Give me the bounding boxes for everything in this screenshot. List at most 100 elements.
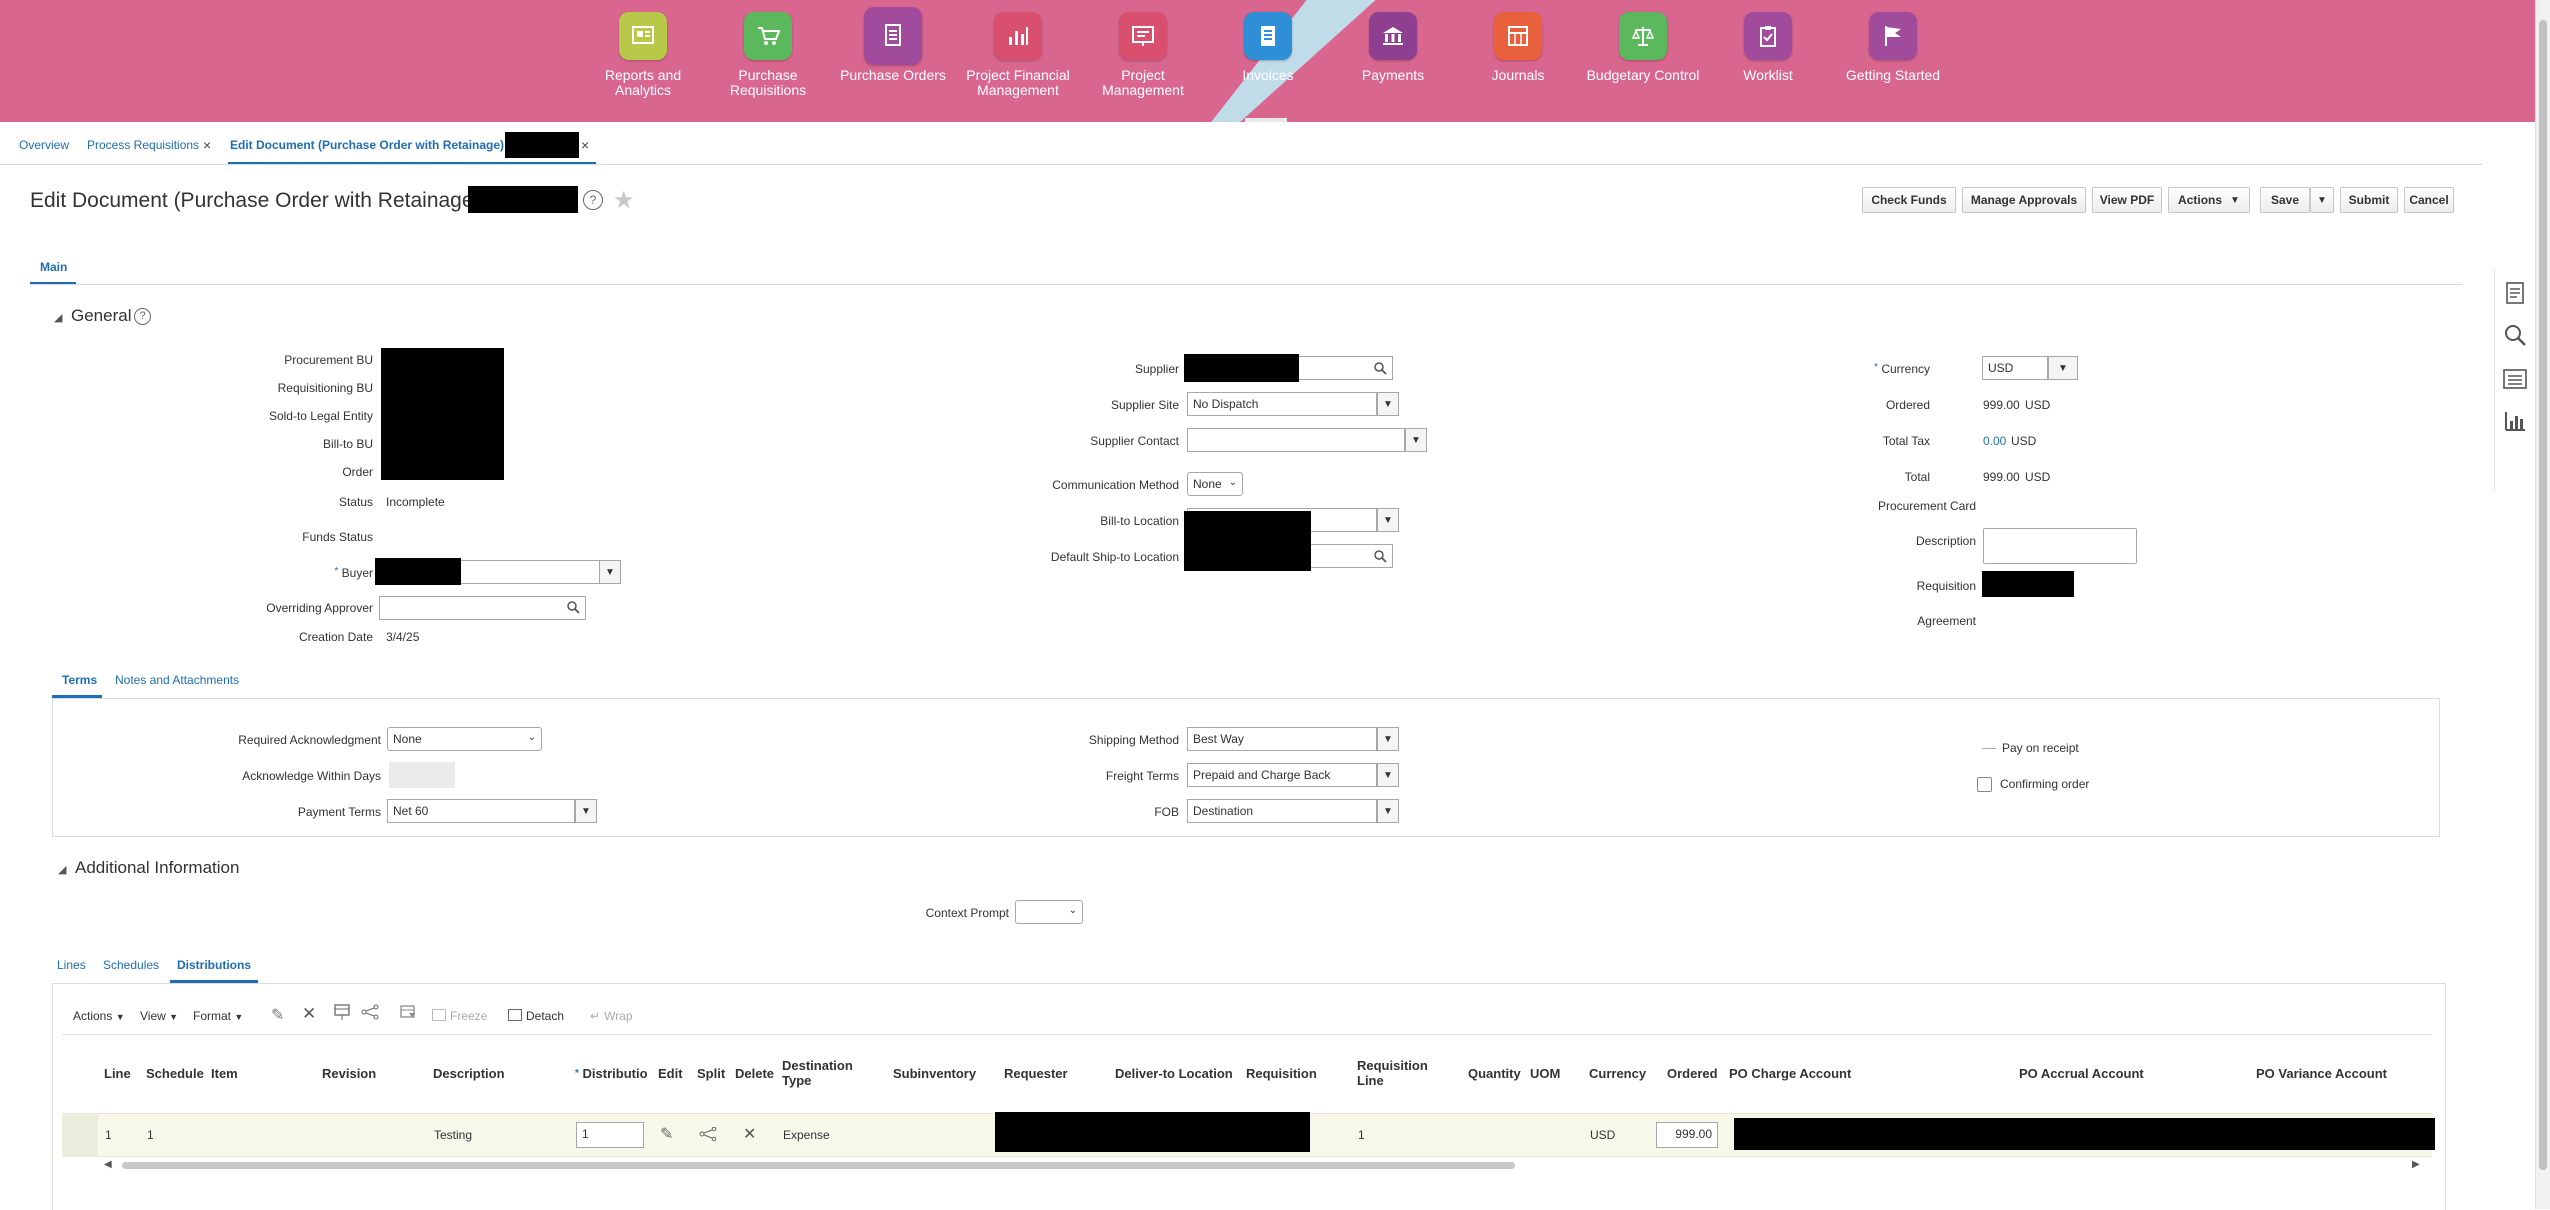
freeze-button[interactable]: Freeze bbox=[432, 1009, 487, 1023]
wrap-button[interactable]: ↵ Wrap bbox=[590, 1009, 633, 1023]
nav-reports-analytics[interactable]: Reports and Analytics bbox=[580, 12, 706, 98]
tab-close-icon[interactable]: × bbox=[203, 137, 211, 153]
nav-budgetary-control[interactable]: Budgetary Control bbox=[1580, 12, 1706, 83]
search-icon[interactable] bbox=[566, 600, 580, 619]
view-menu[interactable]: View ▼ bbox=[140, 1009, 178, 1023]
shipping-method-select[interactable]: Best Way bbox=[1187, 727, 1377, 751]
help-icon[interactable]: ? bbox=[134, 308, 151, 325]
column-header-po-accrual-account[interactable]: PO Accrual Account bbox=[2019, 1066, 2144, 1081]
tab-terms[interactable]: Terms bbox=[62, 673, 97, 687]
search-rail-icon[interactable] bbox=[2502, 322, 2528, 348]
column-header-requisition[interactable]: Requisition bbox=[1246, 1066, 1317, 1081]
tab-lines[interactable]: Lines bbox=[57, 958, 86, 972]
fob-select[interactable]: Destination bbox=[1187, 799, 1377, 823]
buyer-dropdown-icon[interactable]: ▼ bbox=[599, 560, 621, 584]
nav-purchase-orders[interactable]: Purchase Orders bbox=[830, 7, 956, 83]
column-header-item[interactable]: Item bbox=[211, 1066, 238, 1081]
row-edit-pencil-icon[interactable]: ✎ bbox=[660, 1124, 673, 1144]
currency-dropdown-icon[interactable]: ▼ bbox=[2048, 356, 2078, 380]
delete-x-icon[interactable]: ✕ bbox=[302, 1004, 316, 1024]
format-menu[interactable]: Format ▼ bbox=[193, 1009, 243, 1023]
freight-terms-select[interactable]: Prepaid and Charge Back bbox=[1187, 763, 1377, 787]
tab-overview[interactable]: Overview bbox=[19, 138, 69, 152]
payment-terms-select[interactable]: Net 60 bbox=[387, 799, 575, 823]
freight-terms-dropdown-icon[interactable]: ▼ bbox=[1377, 763, 1399, 787]
supplier-site-select[interactable]: No Dispatch bbox=[1187, 392, 1377, 416]
scroll-left-icon[interactable]: ◀ bbox=[104, 1159, 112, 1170]
page-scrollbar-thumb[interactable] bbox=[2539, 20, 2547, 1170]
nav-invoices[interactable]: Invoices bbox=[1205, 12, 1331, 83]
supplier-contact-dropdown-icon[interactable]: ▼ bbox=[1405, 428, 1427, 452]
nav-getting-started[interactable]: Getting Started bbox=[1830, 12, 1956, 83]
manage-approvals-button[interactable]: Manage Approvals bbox=[1962, 187, 2086, 213]
tab-notes-attachments[interactable]: Notes and Attachments bbox=[115, 673, 239, 687]
column-header-deliver-to-location[interactable]: Deliver-to Location bbox=[1115, 1066, 1233, 1081]
document-rail-icon[interactable] bbox=[2502, 280, 2528, 306]
save-dropdown-icon[interactable]: ▼ bbox=[2310, 187, 2334, 213]
column-header-po-variance-account[interactable]: PO Variance Account bbox=[2256, 1066, 2387, 1081]
currency-select[interactable]: USD bbox=[1982, 356, 2048, 380]
scroll-right-icon[interactable]: ▶ bbox=[2412, 1159, 2420, 1170]
list-rail-icon[interactable] bbox=[2502, 366, 2528, 392]
column-header-schedule[interactable]: Schedule bbox=[146, 1066, 204, 1081]
actions-menu-button[interactable]: Actions ▼ bbox=[2168, 187, 2250, 213]
context-prompt-select[interactable]: ⌄ bbox=[1015, 900, 1083, 924]
supplier-contact-input[interactable] bbox=[1187, 428, 1405, 452]
share-branch-icon[interactable] bbox=[361, 1004, 379, 1023]
ordered-amount-input[interactable]: 999.00 bbox=[1656, 1122, 1718, 1148]
nav-journals[interactable]: Journals bbox=[1455, 12, 1581, 83]
save-button[interactable]: Save bbox=[2260, 187, 2310, 213]
tab-main[interactable]: Main bbox=[40, 260, 67, 274]
nav-project-management[interactable]: Project Management bbox=[1080, 12, 1206, 98]
help-icon[interactable]: ? bbox=[583, 190, 603, 210]
column-header-quantity[interactable]: Quantity bbox=[1468, 1066, 1521, 1081]
view-pdf-button[interactable]: View PDF bbox=[2092, 187, 2162, 213]
column-header-revision[interactable]: Revision bbox=[322, 1066, 376, 1081]
search-icon[interactable] bbox=[1373, 549, 1387, 568]
column-header-description[interactable]: Description bbox=[433, 1066, 505, 1081]
collapse-triangle-icon[interactable]: ◢ bbox=[58, 863, 66, 876]
communication-method-select[interactable]: None ⌄ bbox=[1187, 472, 1243, 496]
confirming-order-checkbox[interactable] bbox=[1977, 777, 1992, 792]
search-icon[interactable] bbox=[1373, 361, 1387, 380]
nav-payments[interactable]: Payments bbox=[1330, 12, 1456, 83]
tab-process-requisitions[interactable]: Process Requisitions bbox=[87, 138, 199, 152]
column-header-edit[interactable]: Edit bbox=[658, 1066, 683, 1081]
tab-edit-document[interactable]: Edit Document (Purchase Order with Retai… bbox=[230, 138, 504, 152]
split-grid-icon[interactable] bbox=[333, 1003, 351, 1024]
column-header-line[interactable]: Line bbox=[104, 1066, 131, 1081]
detach-button[interactable]: Detach bbox=[508, 1009, 564, 1023]
column-header-ordered[interactable]: Ordered bbox=[1667, 1066, 1718, 1081]
favorite-star-icon[interactable]: ★ bbox=[613, 186, 635, 215]
column-header-requisition-line[interactable]: Requisition Line bbox=[1357, 1058, 1437, 1088]
column-header-subinventory[interactable]: Subinventory bbox=[893, 1066, 976, 1081]
column-header-split[interactable]: Split bbox=[697, 1066, 725, 1081]
overriding-approver-input[interactable] bbox=[379, 596, 586, 620]
actions-menu[interactable]: Actions ▼ bbox=[73, 1009, 125, 1023]
bill-to-location-dropdown-icon[interactable]: ▼ bbox=[1377, 508, 1399, 532]
edit-pencil-icon[interactable]: ✎ bbox=[271, 1005, 284, 1025]
nav-project-financial-management[interactable]: Project Financial Management bbox=[955, 12, 1081, 98]
column-header-destination-type[interactable]: Destination Type bbox=[782, 1058, 853, 1088]
total-tax-link[interactable]: 0.00 bbox=[1983, 434, 2006, 448]
distribution-number-input[interactable]: 1 bbox=[576, 1122, 644, 1148]
row-selector[interactable] bbox=[62, 1113, 98, 1157]
tab-distributions[interactable]: Distributions bbox=[177, 958, 251, 972]
description-textarea[interactable] bbox=[1983, 528, 2137, 564]
collapse-triangle-icon[interactable]: ◢ bbox=[54, 311, 62, 324]
column-header-currency[interactable]: Currency bbox=[1589, 1066, 1646, 1081]
query-by-example-icon[interactable] bbox=[399, 1003, 417, 1024]
column-header-requester[interactable]: Requester bbox=[1004, 1066, 1068, 1081]
nav-purchase-requisitions[interactable]: Purchase Requisitions bbox=[705, 12, 831, 98]
column-header-po-charge-account[interactable]: PO Charge Account bbox=[1729, 1066, 1851, 1081]
column-header-delete[interactable]: Delete bbox=[735, 1066, 774, 1081]
cancel-button[interactable]: Cancel bbox=[2404, 187, 2454, 213]
required-acknowledgment-select[interactable]: None ⌄ bbox=[387, 727, 542, 751]
submit-button[interactable]: Submit bbox=[2340, 187, 2398, 213]
tab-close-icon[interactable]: × bbox=[581, 137, 589, 153]
column-header-distribution[interactable]: * Distributio bbox=[575, 1066, 648, 1081]
shipping-method-dropdown-icon[interactable]: ▼ bbox=[1377, 727, 1399, 751]
nav-worklist[interactable]: Worklist bbox=[1705, 12, 1831, 83]
tab-schedules[interactable]: Schedules bbox=[103, 958, 159, 972]
check-funds-button[interactable]: Check Funds bbox=[1862, 187, 1956, 213]
